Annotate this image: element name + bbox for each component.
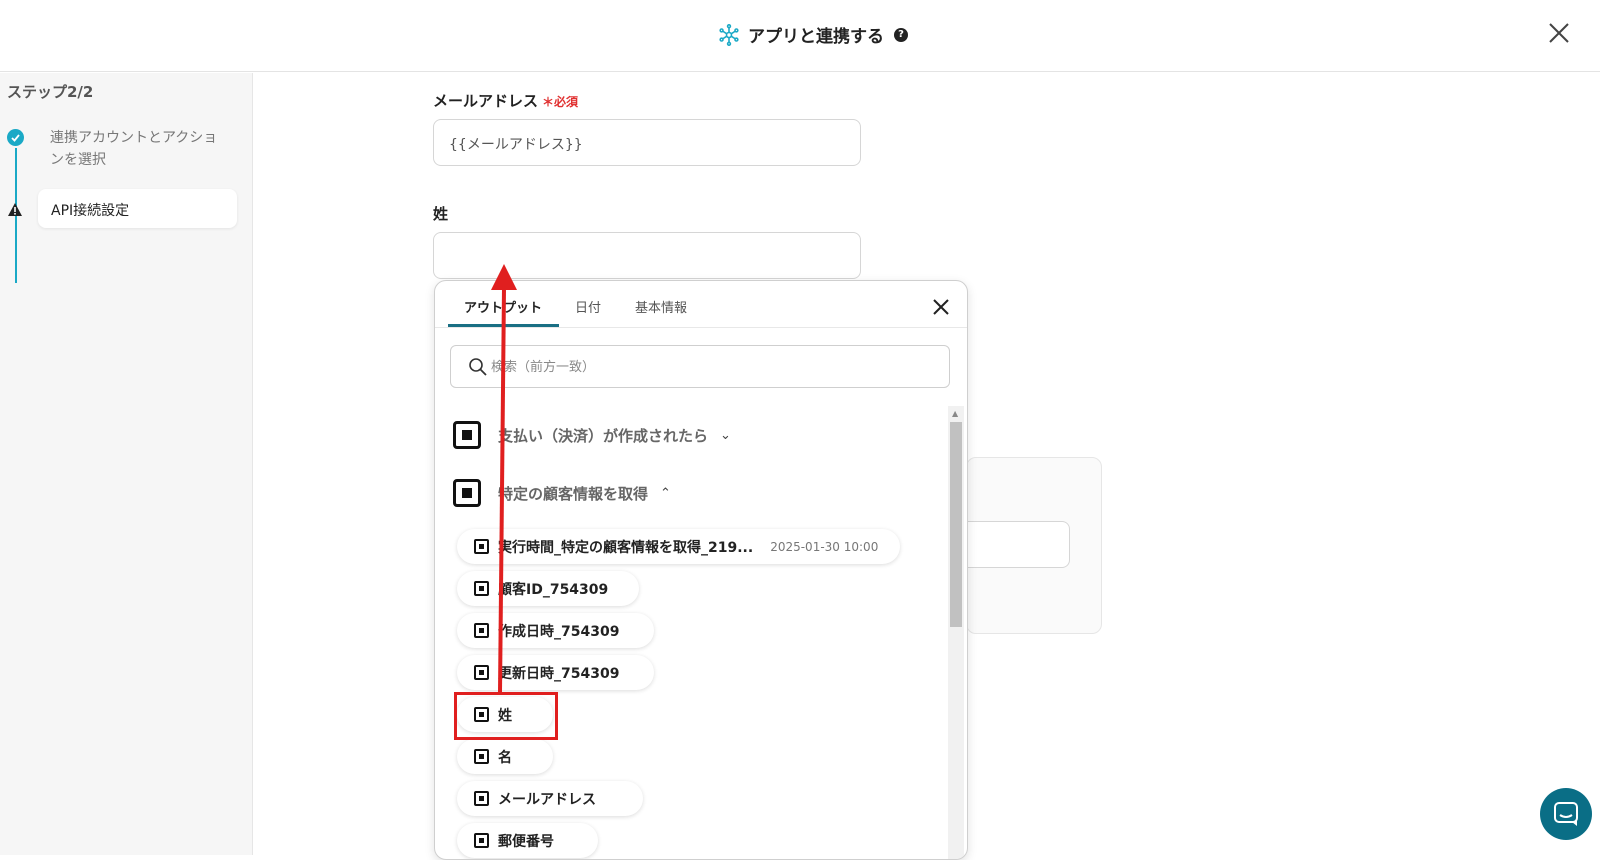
item-label: 更新日時_754309: [498, 665, 620, 682]
item-label: 名: [498, 749, 512, 766]
active-tab-indicator: [448, 324, 559, 327]
output-item-created-at[interactable]: 作成日時_754309: [457, 613, 654, 648]
step-count: ステップ2/2: [7, 83, 94, 101]
output-item-last-name[interactable]: 姓: [457, 697, 553, 732]
square-app-icon: [474, 665, 489, 680]
square-app-icon: [474, 707, 489, 722]
square-app-icon: [474, 581, 489, 596]
output-item-first-name[interactable]: 名: [457, 739, 553, 774]
tab-bar: アウトプット 日付 基本情報: [435, 281, 967, 328]
required-mark: ＊必須: [542, 95, 579, 109]
square-app-icon: [474, 833, 489, 848]
output-item-postal-code[interactable]: 郵便番号: [457, 823, 598, 858]
item-label: 実行時間_特定の顧客情報を取得_219...: [498, 539, 754, 556]
output-item-updated-at[interactable]: 更新日時_754309: [457, 655, 654, 690]
chevron-down-icon: ⌄: [720, 427, 731, 443]
check-icon: [7, 129, 24, 146]
page-title: アプリと連携する ?: [718, 22, 908, 47]
email-label: メールアドレス ＊必須: [433, 90, 578, 111]
group-label: 支払い（決済）が作成されたら: [498, 426, 709, 445]
scroll-up-icon[interactable]: ▲: [952, 409, 958, 418]
page-title-text: アプリと連携する: [748, 27, 884, 47]
square-app-icon: [474, 749, 489, 764]
chevron-up-icon: ⌃: [660, 485, 671, 501]
close-icon[interactable]: [1546, 20, 1572, 46]
square-app-icon: [453, 479, 481, 507]
group-label: 特定の顧客情報を取得: [498, 484, 649, 503]
square-app-icon: [474, 623, 489, 638]
item-date: 2025-01-30 10:00: [770, 539, 879, 554]
tab-date[interactable]: 日付: [575, 297, 601, 316]
last-name-field[interactable]: [433, 232, 861, 279]
sidebar: ステップ2/2 連携アカウントとアクションを選択 API接続設定: [0, 73, 253, 855]
item-label: 姓: [498, 707, 512, 724]
email-field[interactable]: {{メールアドレス}}: [433, 119, 861, 166]
chat-button[interactable]: [1540, 788, 1592, 840]
scrollbar[interactable]: ▲: [948, 406, 964, 859]
sidebar-step-select-action[interactable]: 連携アカウントとアクションを選択: [50, 127, 220, 171]
group-payment-created[interactable]: 支払い（決済）が作成されたら ⌄: [453, 421, 731, 449]
output-picker-popup: アウトプット 日付 基本情報 支払い（決済）が作成されたら ⌄ 特定の顧客情報を…: [434, 280, 968, 860]
sidebar-step-api-settings[interactable]: API接続設定: [38, 189, 237, 228]
tab-basic-info[interactable]: 基本情報: [635, 297, 687, 316]
item-label: 郵便番号: [498, 833, 554, 850]
scrollbar-thumb[interactable]: [950, 422, 962, 627]
item-label: メールアドレス: [498, 791, 596, 808]
tab-output[interactable]: アウトプット: [464, 297, 542, 316]
item-label: 作成日時_754309: [498, 623, 620, 640]
output-item-email[interactable]: メールアドレス: [457, 781, 643, 816]
square-app-icon: [474, 791, 489, 806]
header: アプリと連携する ?: [0, 0, 1600, 72]
square-app-icon: [474, 539, 489, 554]
warning-icon: [8, 203, 22, 216]
output-item-customer-id[interactable]: 顧客ID_754309: [457, 571, 639, 606]
popup-close-icon[interactable]: [931, 297, 951, 317]
last-name-label: 姓: [433, 205, 449, 223]
email-label-text: メールアドレス: [433, 92, 539, 110]
output-item-exec-time[interactable]: 実行時間_特定の顧客情報を取得_219... 2025-01-30 10:00: [457, 529, 900, 564]
search-icon: [469, 358, 487, 376]
help-icon[interactable]: ?: [894, 27, 908, 42]
search-box: [450, 345, 950, 388]
square-app-icon: [453, 421, 481, 449]
search-input[interactable]: [491, 354, 931, 380]
background-input: [966, 521, 1070, 568]
chat-icon: [1554, 802, 1578, 826]
item-label: 顧客ID_754309: [498, 581, 609, 598]
app-link-icon: [719, 23, 739, 46]
group-get-customer[interactable]: 特定の顧客情報を取得 ⌃: [453, 479, 671, 507]
